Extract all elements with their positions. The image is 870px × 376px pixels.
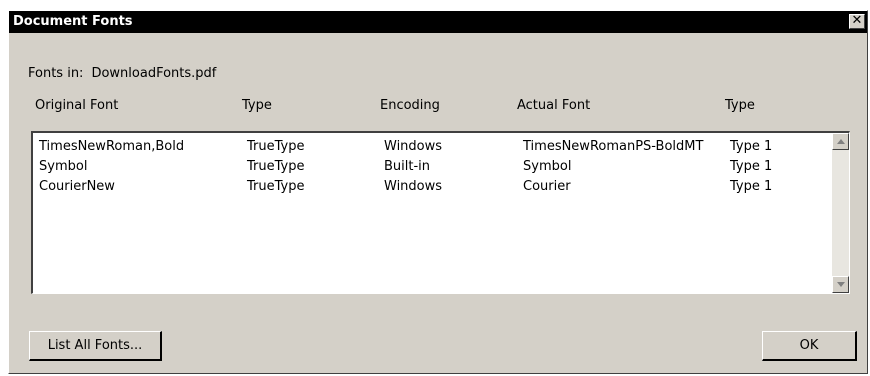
cell-actual-type: Type 1 bbox=[730, 139, 773, 154]
column-header-type: Type bbox=[242, 98, 272, 113]
cell-type: TrueType bbox=[247, 159, 305, 174]
cell-original-font: CourierNew bbox=[39, 179, 115, 194]
cell-type: TrueType bbox=[247, 179, 305, 194]
close-button[interactable]: ✕ bbox=[849, 14, 865, 29]
fonts-in-label: Fonts in: bbox=[28, 66, 84, 81]
fonts-in-filename: DownloadFonts.pdf bbox=[91, 66, 217, 81]
cell-type: TrueType bbox=[247, 139, 305, 154]
table-row[interactable]: Symbol TrueType Built-in Symbol Type 1 bbox=[33, 158, 823, 178]
cell-encoding: Windows bbox=[384, 139, 443, 154]
table-row[interactable]: CourierNew TrueType Windows Courier Type… bbox=[33, 178, 823, 198]
column-header-actual-font: Actual Font bbox=[517, 98, 591, 113]
cell-actual-type: Type 1 bbox=[730, 179, 773, 194]
table-row[interactable]: TimesNewRoman,Bold TrueType Windows Time… bbox=[33, 138, 823, 158]
column-header-encoding: Encoding bbox=[380, 98, 440, 113]
cell-actual-font: Symbol bbox=[523, 159, 572, 174]
scroll-down-button[interactable] bbox=[832, 276, 849, 293]
cell-actual-font: Courier bbox=[523, 179, 571, 194]
scroll-up-button[interactable] bbox=[832, 133, 849, 150]
document-fonts-dialog: Document Fonts ✕ Fonts in: DownloadFonts.… bbox=[8, 10, 868, 374]
column-header-actual-type: Type bbox=[725, 98, 755, 113]
cell-original-font: TimesNewRoman,Bold bbox=[39, 139, 185, 154]
fonts-list[interactable]: TimesNewRoman,Bold TrueType Windows Time… bbox=[31, 131, 850, 294]
cell-actual-font: TimesNewRomanPS-BoldMT bbox=[523, 139, 704, 154]
ok-button[interactable]: OK bbox=[762, 331, 857, 361]
column-header-original-font: Original Font bbox=[35, 98, 119, 113]
cell-encoding: Built-in bbox=[384, 159, 431, 174]
cell-actual-type: Type 1 bbox=[730, 159, 773, 174]
cell-encoding: Windows bbox=[384, 179, 443, 194]
scroll-down-arrow-icon bbox=[837, 282, 845, 287]
list-all-fonts-button[interactable]: List All Fonts... bbox=[29, 331, 162, 361]
title-bar[interactable]: Document Fonts ✕ bbox=[9, 11, 867, 33]
scroll-up-arrow-icon bbox=[837, 139, 845, 144]
fonts-in-line: Fonts in: DownloadFonts.pdf bbox=[28, 66, 216, 82]
vertical-scrollbar[interactable] bbox=[832, 133, 849, 293]
cell-original-font: Symbol bbox=[39, 159, 88, 174]
dialog-title: Document Fonts bbox=[13, 14, 133, 29]
close-icon: ✕ bbox=[851, 13, 863, 28]
